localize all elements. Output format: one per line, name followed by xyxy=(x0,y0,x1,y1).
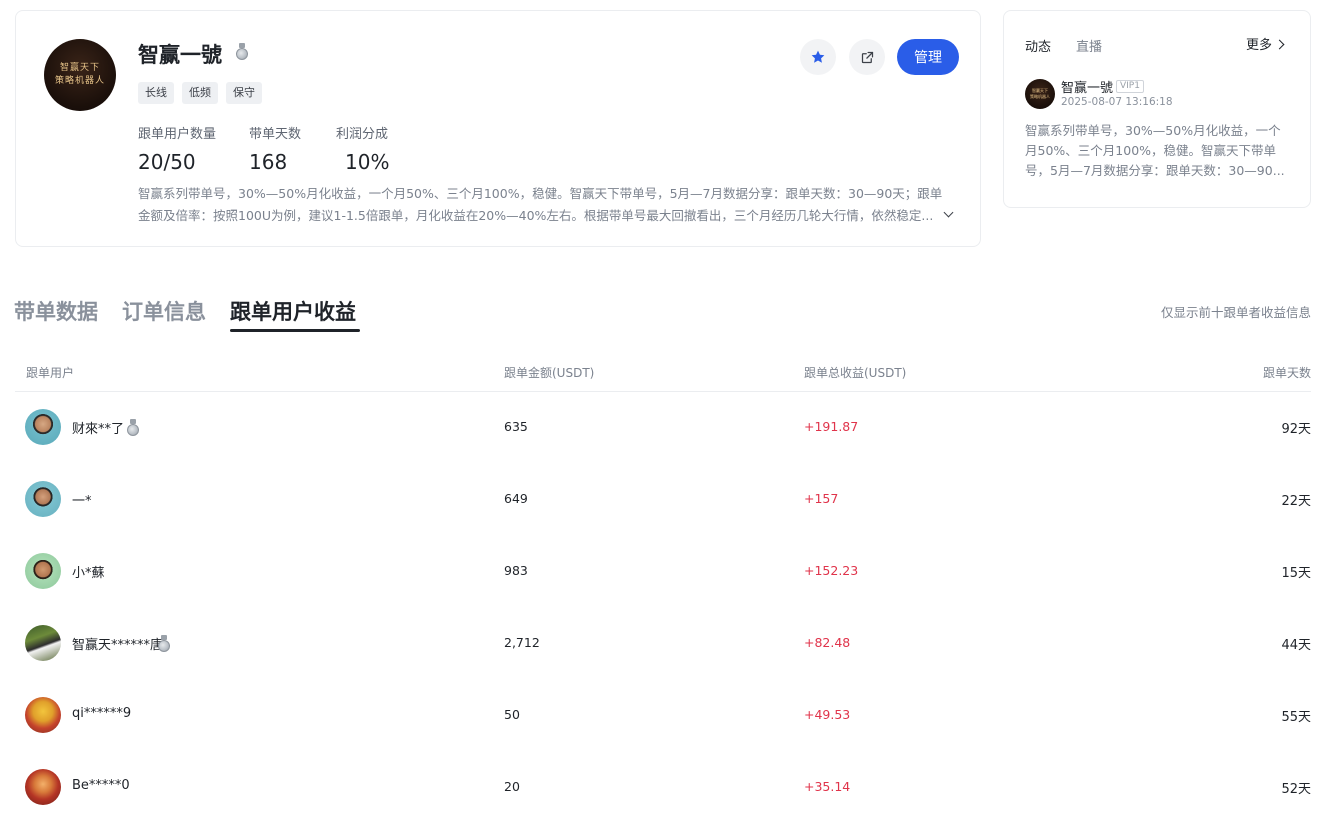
avatar-text-line-2: 策略机器人 xyxy=(1030,94,1050,99)
manage-button[interactable]: 管理 xyxy=(897,39,959,75)
post-author-avatar: 智赢天下 策略机器人 xyxy=(1025,79,1055,109)
follow-amount: 983 xyxy=(504,563,528,578)
silver-medal-icon xyxy=(126,419,140,437)
column-header-days: 跟单天数 xyxy=(1262,366,1311,380)
vip-badge: VIP1 xyxy=(1116,80,1144,93)
share-button[interactable] xyxy=(849,39,885,75)
column-header-user: 跟单用户 xyxy=(26,366,75,380)
follow-days: 44天 xyxy=(1281,638,1311,653)
total-profit: +157 xyxy=(804,491,839,506)
trader-profile-card: 智赢天下 策略机器人 智赢一號 长线 低频 保守 跟单用户数量 20/50 带单… xyxy=(15,10,981,247)
user-name: Be*****0 xyxy=(72,778,130,793)
user-avatar xyxy=(25,409,61,445)
follow-amount: 2,712 xyxy=(504,635,540,650)
stat-trading-days: 带单天数 168 xyxy=(249,123,301,174)
user-name: 小*蘇 xyxy=(72,566,105,581)
stat-value: 168 xyxy=(249,150,288,174)
follow-days: 55天 xyxy=(1281,710,1311,725)
more-label: 更多 xyxy=(1246,38,1273,53)
follow-days: 52天 xyxy=(1281,782,1311,797)
user-avatar xyxy=(25,625,61,661)
total-profit: +152.23 xyxy=(804,563,859,578)
follow-amount: 635 xyxy=(504,419,528,434)
trader-tags: 长线 低频 保守 xyxy=(138,82,262,104)
table-row[interactable]: 智赢天******唐 2,712 +82.48 44天 xyxy=(15,607,1311,679)
chevron-down-icon[interactable] xyxy=(941,207,957,223)
post-author-name: 智赢一號 xyxy=(1061,81,1114,96)
column-header-profit: 跟单总收益(USDT) xyxy=(804,366,907,380)
table-row[interactable]: Be*****0 20 +35.14 52天 xyxy=(15,751,1311,823)
table-row[interactable]: qi******9 50 +49.53 55天 xyxy=(15,679,1311,751)
table-row[interactable]: 财來**了 635 +191.87 92天 xyxy=(15,391,1311,463)
tab-live[interactable]: 直播 xyxy=(1076,36,1102,55)
user-avatar xyxy=(25,481,61,517)
follow-days: 22天 xyxy=(1281,494,1311,509)
post-content[interactable]: 智赢系列带单号，30%—50%月化收益，一个月50%、三个月100%，稳健。智赢… xyxy=(1025,121,1287,181)
follow-amount: 50 xyxy=(504,707,520,722)
tag-item: 长线 xyxy=(138,82,174,104)
user-name: 一* xyxy=(72,494,92,509)
total-profit: +82.48 xyxy=(804,635,851,650)
column-header-amount: 跟单金额(USDT) xyxy=(504,366,595,380)
table-row[interactable]: 小*蘇 983 +152.23 15天 xyxy=(15,535,1311,607)
tag-item: 低频 xyxy=(182,82,218,104)
stat-label: 带单天数 xyxy=(249,127,302,142)
stat-value: 20/50 xyxy=(138,150,196,174)
trader-name: 智赢一號 xyxy=(138,43,222,67)
total-profit: +35.14 xyxy=(804,779,851,794)
tab-order-info[interactable]: 订单信息 xyxy=(122,296,206,326)
follow-days: 92天 xyxy=(1281,422,1311,437)
stat-profit-share: 利润分成 10% xyxy=(336,123,389,174)
user-avatar xyxy=(25,697,61,733)
user-name: 财來**了 xyxy=(72,422,125,437)
stat-value: 10% xyxy=(345,150,390,174)
post-timestamp: 2025-08-07 13:16:18 xyxy=(1061,96,1173,108)
user-avatar xyxy=(25,769,61,805)
trader-avatar: 智赢天下 策略机器人 xyxy=(44,39,116,111)
tab-dynamics[interactable]: 动态 xyxy=(1025,36,1051,55)
stat-followers: 跟单用户数量 20/50 xyxy=(138,123,216,174)
trader-description: 智赢系列带单号，30%—50%月化收益，一个月50%、三个月100%，稳健。智赢… xyxy=(138,186,943,223)
table-note: 仅显示前十跟单者收益信息 xyxy=(1160,305,1311,320)
silver-medal-icon xyxy=(157,635,171,653)
share-icon xyxy=(861,51,873,63)
total-profit: +49.53 xyxy=(804,707,851,722)
user-name: 智赢天******唐 xyxy=(72,638,164,653)
tab-trading-data[interactable]: 带单数据 xyxy=(14,296,98,326)
star-icon xyxy=(811,50,825,63)
tab-follower-earnings[interactable]: 跟单用户收益 xyxy=(230,296,356,326)
stat-label: 跟单用户数量 xyxy=(138,127,217,142)
avatar-text-line-1: 智赢天下 xyxy=(59,63,100,73)
favorite-button[interactable] xyxy=(800,39,836,75)
follow-amount: 20 xyxy=(504,779,520,794)
stat-label: 利润分成 xyxy=(336,127,389,142)
table-row[interactable]: 一* 649 +157 22天 xyxy=(15,463,1311,535)
follow-days: 15天 xyxy=(1281,566,1311,581)
user-avatar xyxy=(25,553,61,589)
active-tab-indicator xyxy=(230,329,360,332)
tag-item: 保守 xyxy=(226,82,262,104)
avatar-text-line-2: 策略机器人 xyxy=(54,76,105,86)
feed-card: 动态 直播 更多 智赢天下 策略机器人 智赢一號 VIP1 2025-08-07… xyxy=(1003,10,1311,208)
more-link[interactable]: 更多 xyxy=(1246,34,1286,53)
user-name: qi******9 xyxy=(72,706,132,721)
chevron-right-icon xyxy=(1276,39,1286,49)
silver-medal-icon xyxy=(235,43,249,61)
follow-amount: 649 xyxy=(504,491,528,506)
total-profit: +191.87 xyxy=(804,419,859,434)
